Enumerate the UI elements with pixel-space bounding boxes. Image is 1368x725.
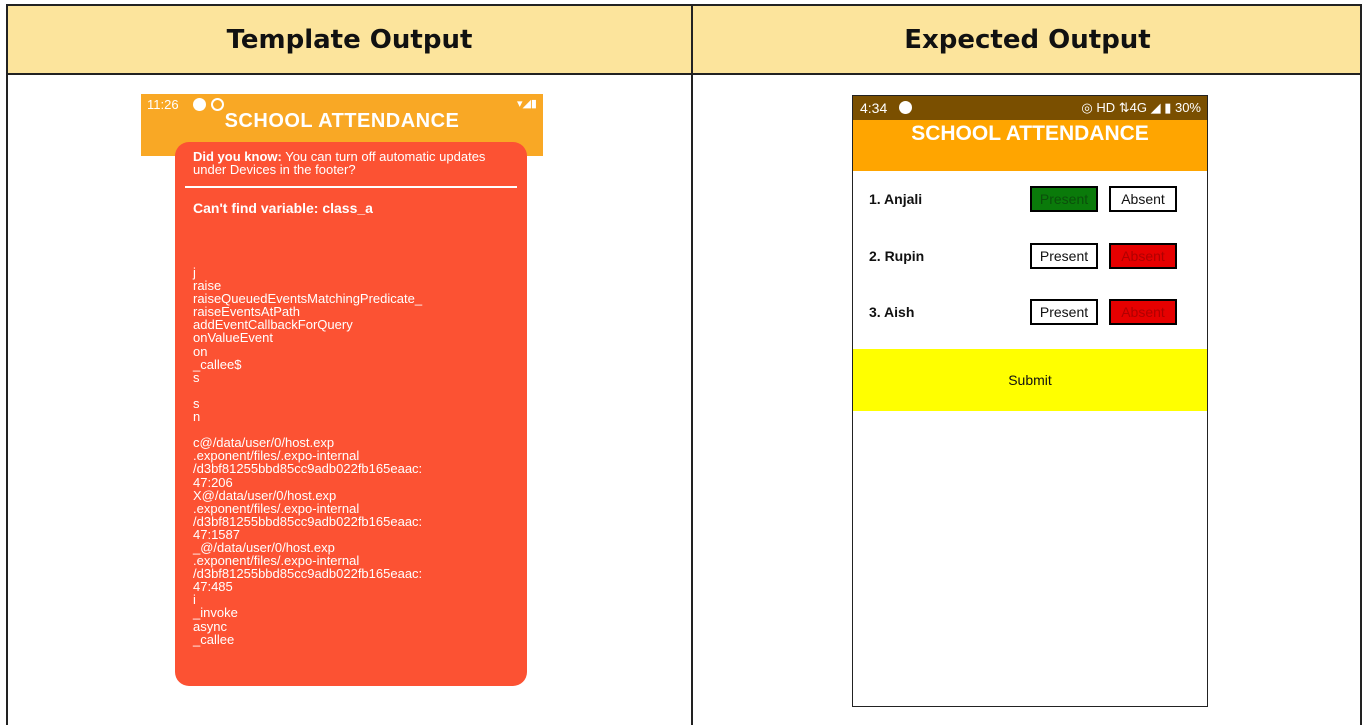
student-name: 1. Anjali — [869, 191, 923, 207]
status-bar: 4:34 ◎ HD ⇅4G ◢ ▮ 30% — [853, 96, 1207, 120]
app-title: SCHOOL ATTENDANCE — [911, 122, 1149, 145]
stack-trace: j raise raiseQueuedEventsMatchingPredica… — [193, 265, 423, 647]
student-row: 3. Aish Present Absent — [853, 299, 1207, 329]
submit-button[interactable]: Submit — [853, 349, 1207, 411]
header-expected-output: Expected Output — [904, 24, 1151, 55]
app-title: SCHOOL ATTENDANCE — [224, 110, 460, 132]
app-bar: SCHOOL ATTENDANCE — [853, 120, 1207, 171]
error-message: Can't find variable: class_a — [193, 200, 373, 216]
present-button[interactable]: Present — [1030, 299, 1098, 325]
absent-button[interactable]: Absent — [1109, 243, 1177, 269]
status-time: 4:34 — [860, 100, 888, 116]
status-indicators: ◎ HD ⇅4G ◢ ▮ 30% — [1081, 100, 1201, 115]
app-notification-icon — [899, 101, 912, 114]
template-output-screen: 11:26 ▾◢▮ SCHOOL ATTENDANCE Did you know… — [141, 94, 543, 687]
table-header-row: Template Output Expected Output — [8, 6, 1360, 75]
student-name: 3. Aish — [869, 304, 915, 320]
absent-button[interactable]: Absent — [1109, 299, 1177, 325]
signal-battery-icon: ▾◢▮ — [516, 98, 537, 110]
divider — [185, 186, 517, 188]
student-name: 2. Rupin — [869, 248, 925, 264]
expected-output-screen: 4:34 ◎ HD ⇅4G ◢ ▮ 30% SCHOOL ATTENDANCE … — [852, 95, 1208, 707]
student-row: 1. Anjali Present Absent — [853, 186, 1207, 216]
absent-button[interactable]: Absent — [1109, 186, 1177, 212]
student-row: 2. Rupin Present Absent — [853, 243, 1207, 273]
did-you-know-tip: Did you know: You can turn off automatic… — [193, 150, 509, 186]
column-divider — [691, 6, 693, 725]
present-button[interactable]: Present — [1030, 186, 1098, 212]
present-button[interactable]: Present — [1030, 243, 1098, 269]
header-template-output: Template Output — [226, 24, 473, 55]
error-overlay[interactable]: Did you know: You can turn off automatic… — [175, 142, 527, 686]
